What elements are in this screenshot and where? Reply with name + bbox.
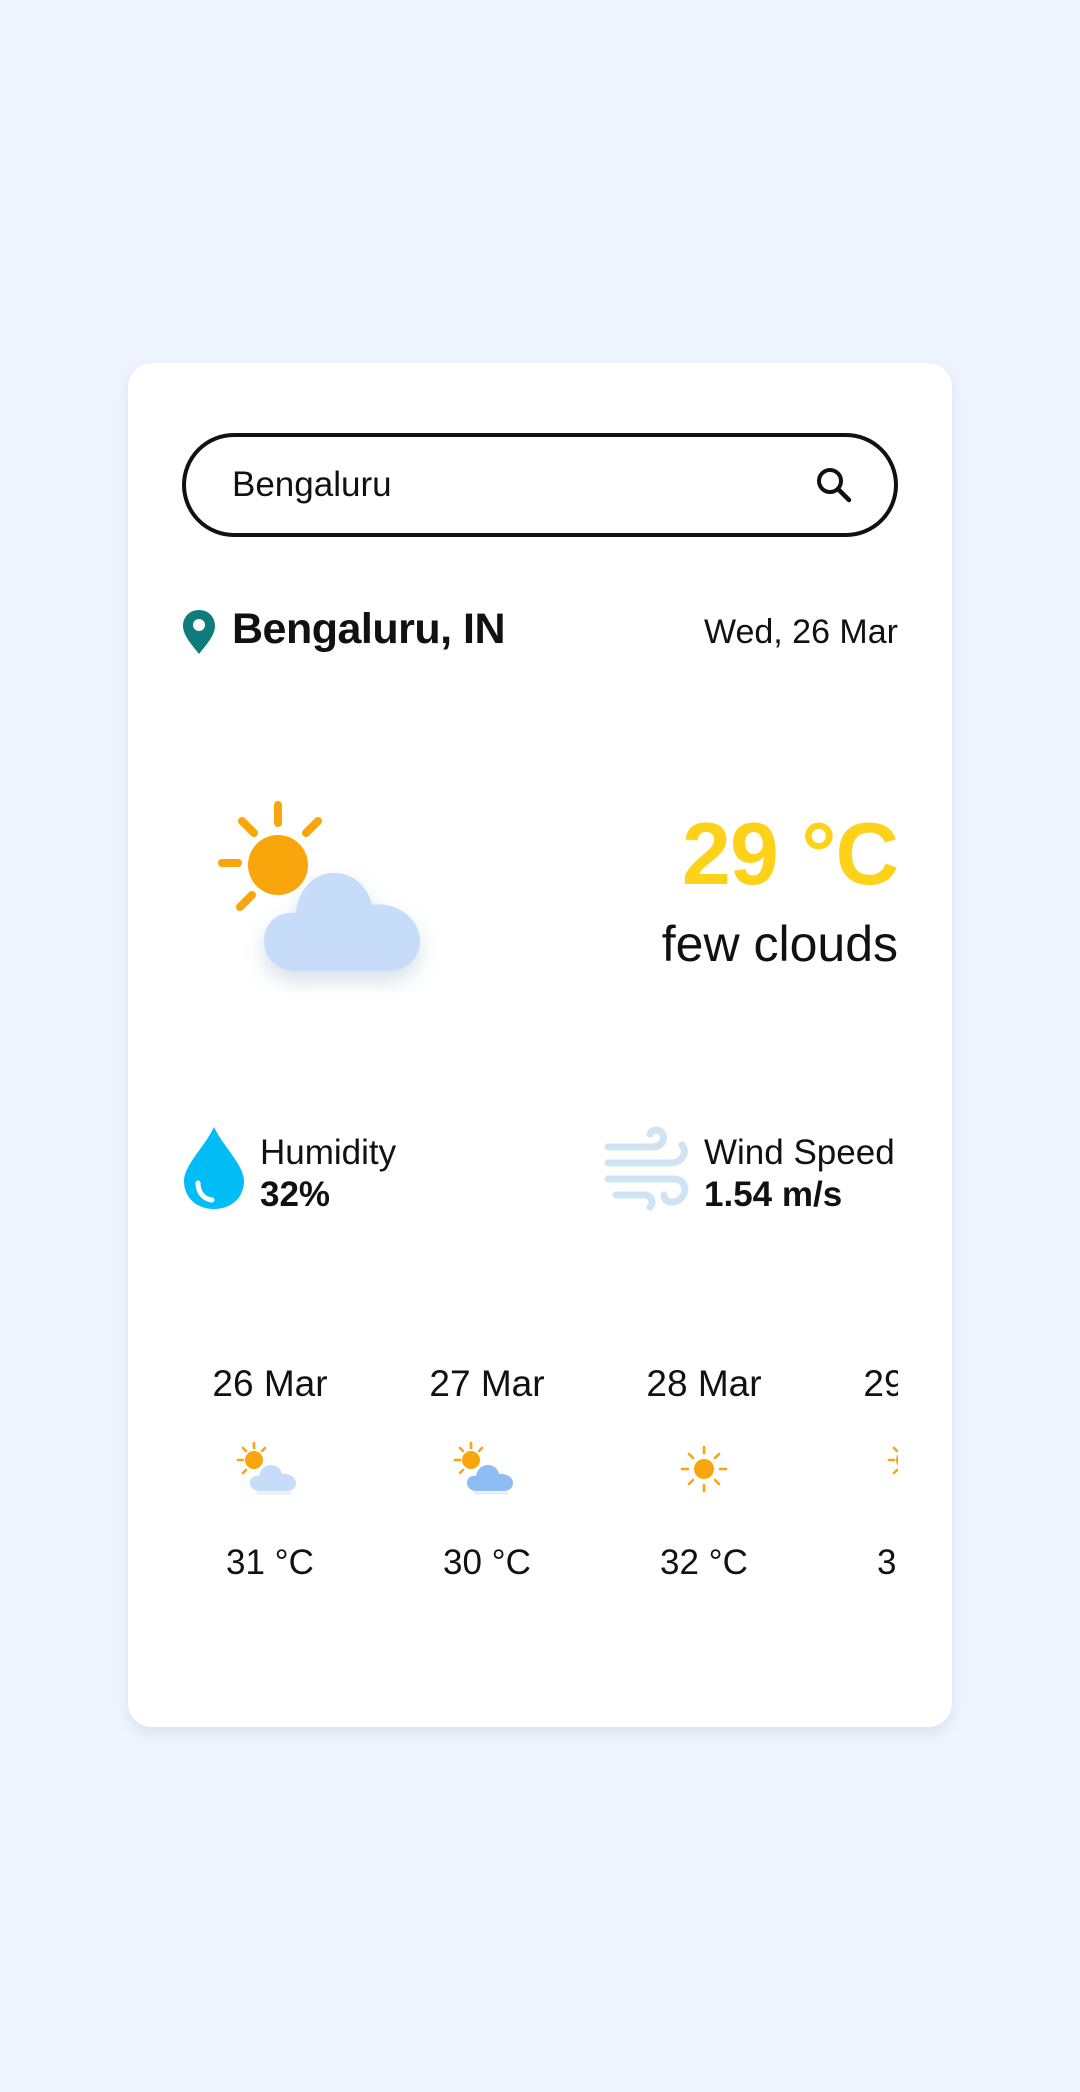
forecast-item: 27 Mar 30 °C [399,1363,575,1603]
forecast-date: 29 Mar [863,1363,898,1404]
sun-behind-cloud-icon [218,801,420,971]
sun-behind-cloud-icon [453,1441,513,1495]
wind-value: 1.54 m/s [704,1175,843,1214]
location-pin-icon [183,610,215,654]
sun-icon [680,1445,728,1493]
forecast-strip[interactable]: 26 Mar 31 °C 27 Mar 30 °C 28 Mar 32 °C 2… [182,1363,898,1603]
sun-behind-cloud-icon [236,1441,296,1495]
forecast-temp: 31 °C [226,1543,314,1582]
water-drop-icon [184,1127,244,1209]
forecast-date: 26 Mar [212,1363,328,1404]
search-icon [817,468,852,503]
search-input[interactable] [232,465,810,505]
humidity-block: Humidity 32% [182,1125,482,1215]
current-date: Wed, 26 Mar [703,613,898,651]
city-name: Bengaluru, IN [232,605,506,653]
wind-label: Wind Speed [704,1133,895,1172]
search-bar [182,433,898,537]
forecast-temp: 31 °C [877,1543,898,1582]
search-button[interactable] [810,461,858,509]
humidity-value: 32% [260,1175,331,1214]
current-temperature: 29 °C [681,804,898,903]
weather-card-content: Bengaluru, IN Wed, 26 Mar 29 °C few c [182,363,898,1727]
weather-card: Bengaluru, IN Wed, 26 Mar 29 °C few c [128,363,952,1727]
forecast-item: 29 Mar 31 °C [833,1363,898,1603]
forecast-item: 28 Mar 32 °C [616,1363,792,1603]
weather-condition: few clouds [661,916,898,972]
wind-block: Wind Speed 1.54 m/s [604,1125,898,1215]
forecast-date: 28 Mar [646,1363,762,1404]
forecast-temp: 30 °C [443,1543,531,1582]
wind-icon [604,1126,689,1211]
forecast-temp: 32 °C [660,1543,748,1582]
forecast-item: 26 Mar 31 °C [182,1363,358,1603]
location-row: Bengaluru, IN Wed, 26 Mar [182,601,898,661]
sun-behind-cloud-icon [887,1446,898,1475]
forecast-date: 27 Mar [429,1363,545,1404]
humidity-label: Humidity [260,1133,397,1172]
